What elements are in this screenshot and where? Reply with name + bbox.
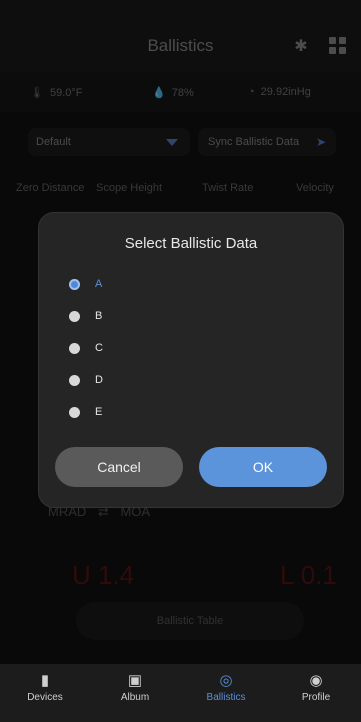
nav-item-ballistics[interactable]: ◎ Ballistics: [181, 670, 271, 703]
nav-label: Ballistics: [206, 692, 246, 703]
nav-label: Devices: [27, 692, 63, 703]
nav-label: Profile: [301, 692, 331, 703]
bottom-nav: ▮ Devices ▣ Album ◎ Ballistics ◉ Profile: [0, 664, 361, 722]
nav-item-profile[interactable]: ◉ Profile: [271, 670, 361, 703]
ok-button[interactable]: OK: [199, 447, 327, 487]
option-label: B: [95, 310, 103, 322]
nav-label: Album: [120, 692, 150, 703]
image-icon: ▣: [127, 672, 143, 689]
person-icon: ◉: [309, 672, 323, 689]
radio-icon[interactable]: [69, 343, 80, 354]
option-d[interactable]: D: [65, 371, 305, 393]
device-icon: ▮: [40, 672, 50, 689]
nav-item-album[interactable]: ▣ Album: [90, 670, 180, 703]
option-label: C: [95, 342, 103, 354]
dialog-title: Select Ballistic Data: [124, 235, 258, 252]
radio-icon[interactable]: [69, 375, 80, 386]
nav-item-devices[interactable]: ▮ Devices: [0, 670, 90, 703]
cancel-button[interactable]: Cancel: [55, 447, 183, 487]
radio-icon[interactable]: [69, 407, 80, 418]
option-label: E: [95, 406, 103, 418]
option-b[interactable]: B: [65, 307, 305, 329]
radio-icon[interactable]: [69, 311, 80, 322]
option-c[interactable]: C: [65, 339, 305, 361]
option-e[interactable]: E: [65, 403, 305, 425]
option-a[interactable]: A: [65, 275, 305, 297]
option-label: A: [95, 278, 103, 290]
radio-selected-icon[interactable]: [69, 279, 80, 290]
select-ballistic-data-dialog: Select Ballistic Data A B C D E Cancel O…: [38, 212, 344, 508]
option-label: D: [95, 374, 103, 386]
target-icon: ◎: [219, 672, 233, 689]
